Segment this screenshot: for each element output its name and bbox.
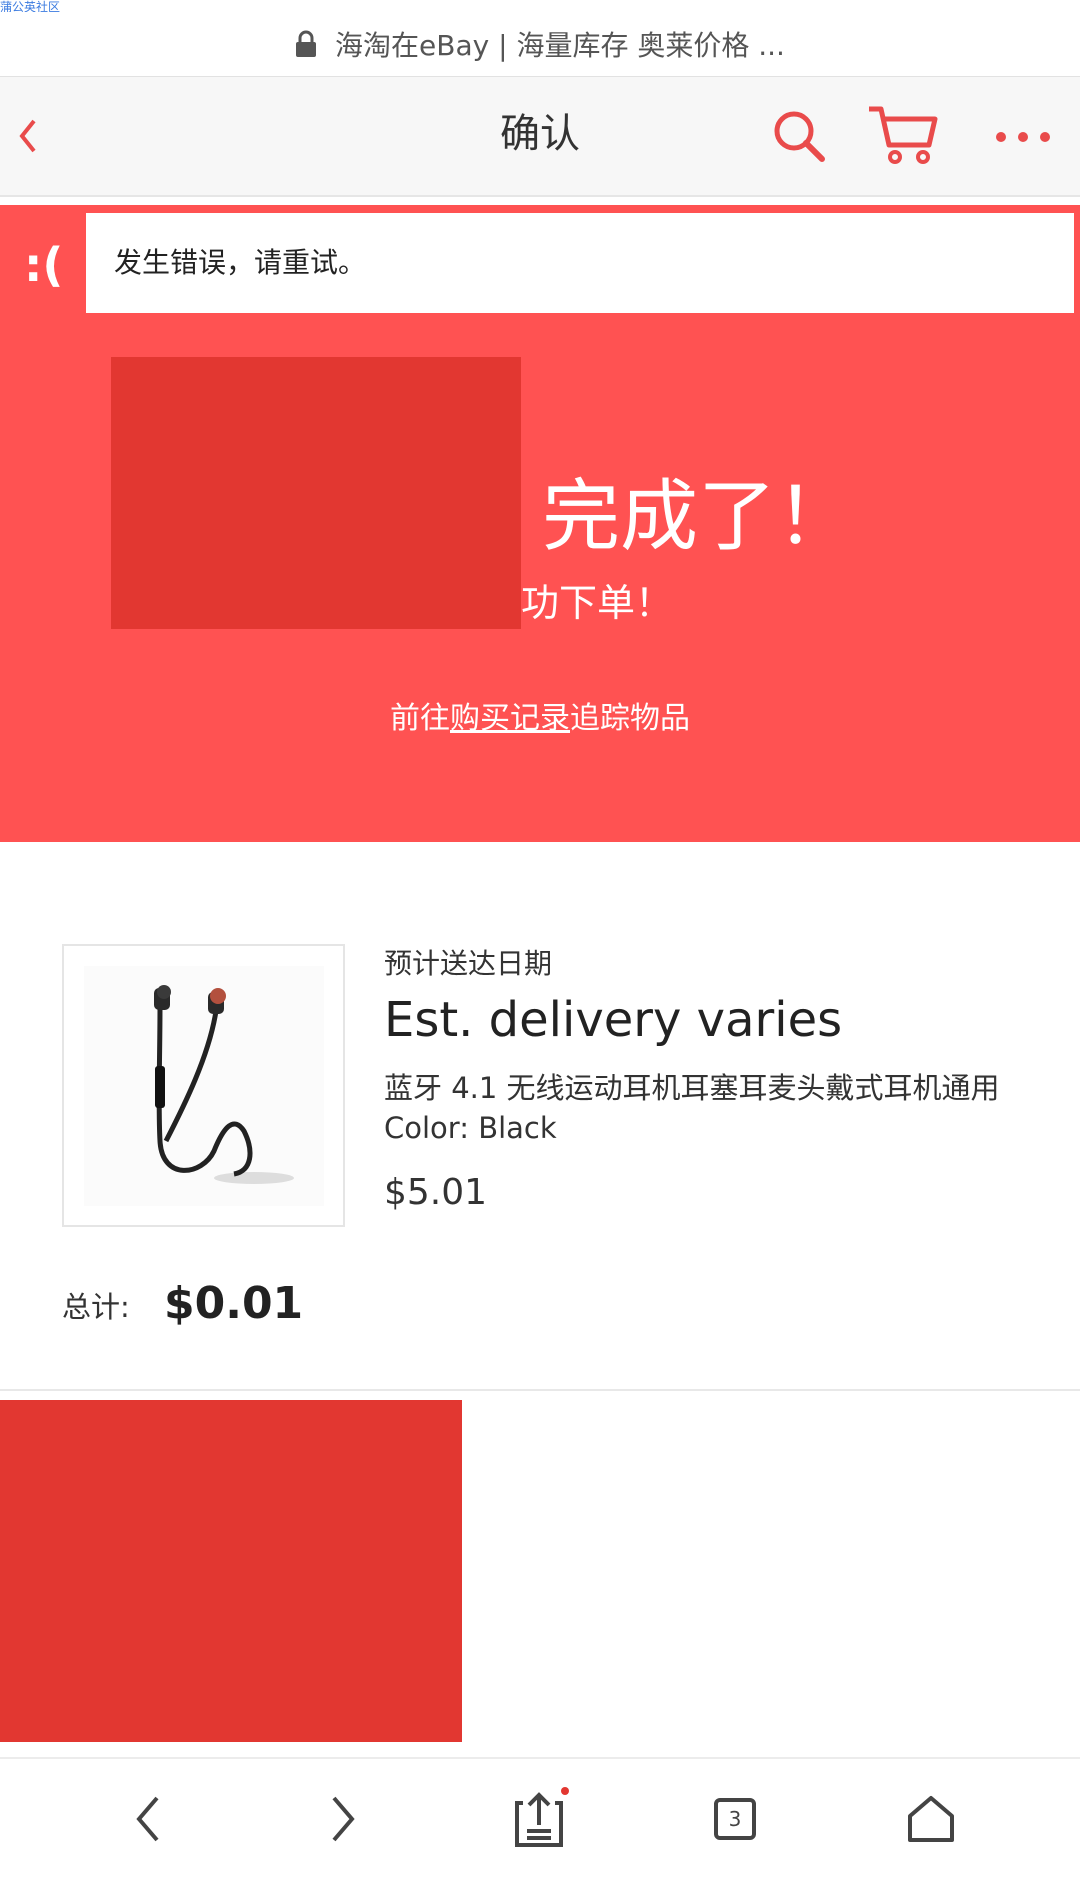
- nav-forward-icon[interactable]: [303, 1779, 383, 1859]
- error-face-icon: :(: [24, 238, 64, 292]
- eta-label: 预计送达日期: [384, 947, 553, 980]
- app-header: 确认: [0, 76, 1080, 197]
- browser-bottom-nav: 3: [0, 1757, 1080, 1879]
- status-bar: [0, 0, 1080, 12]
- url-bar[interactable]: 海淘在eBay | 海量库存 奥莱价格 ...: [0, 12, 1080, 76]
- home-icon[interactable]: [891, 1779, 971, 1859]
- product-name[interactable]: 蓝牙 4.1 无线运动耳机耳塞耳麦头戴式耳机通用: [384, 1068, 1000, 1108]
- track-prefix: 前往: [390, 701, 450, 736]
- done-heading: 完成了！: [542, 472, 855, 562]
- cart-icon[interactable]: [866, 101, 940, 167]
- error-message: 发生错误，请重试。: [114, 246, 367, 279]
- tabs-icon[interactable]: 3: [695, 1779, 775, 1859]
- product-price: $5.01: [384, 1172, 488, 1213]
- total-label: 总计:: [62, 1290, 130, 1324]
- total-value: $0.01: [164, 1278, 304, 1329]
- lock-icon: [296, 30, 317, 57]
- nav-back-icon[interactable]: [108, 1779, 188, 1859]
- ordered-text: 功下单！: [521, 581, 674, 625]
- redacted-block: [0, 1400, 462, 1742]
- tab-count: 3: [728, 1807, 742, 1831]
- eta-value: Est. delivery varies: [384, 992, 843, 1048]
- redacted-block: [111, 357, 521, 629]
- earphones-image: [154, 985, 294, 1184]
- error-message-box: 发生错误，请重试。: [86, 213, 1074, 313]
- purchase-history-link[interactable]: 购买记录: [450, 701, 570, 736]
- search-icon[interactable]: [768, 105, 830, 167]
- track-line: 前往购买记录追踪物品: [0, 698, 1080, 740]
- product-color: Color: Black: [384, 1111, 557, 1145]
- product-thumbnail[interactable]: [62, 944, 345, 1227]
- url-text: 海淘在eBay | 海量库存 奥莱价格 ...: [335, 29, 785, 62]
- more-icon[interactable]: [990, 117, 1056, 157]
- divider: [0, 1389, 1080, 1391]
- track-suffix: 追踪物品: [570, 701, 690, 736]
- share-icon[interactable]: [499, 1779, 579, 1859]
